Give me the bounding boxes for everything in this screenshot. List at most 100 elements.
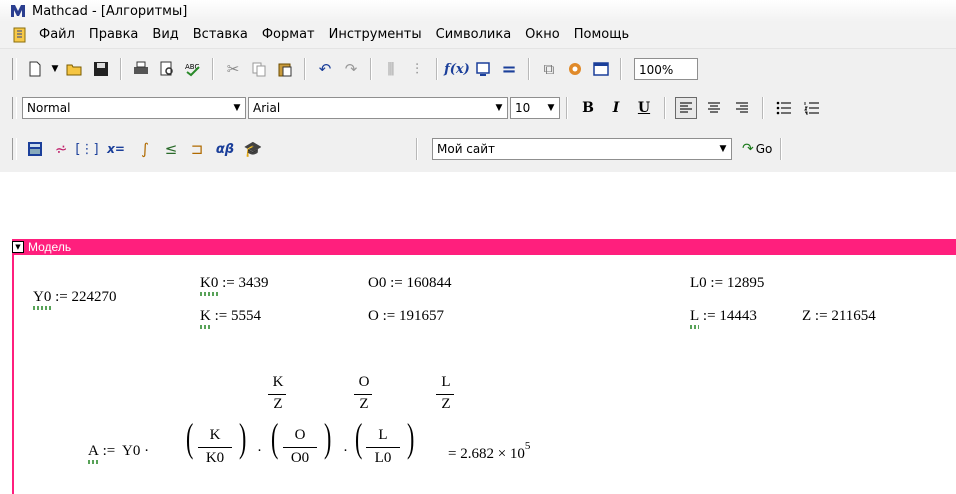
left-paren: ( (354, 415, 363, 460)
def-l[interactable]: L := 14443 (690, 308, 757, 325)
exp-den: Z (273, 396, 283, 412)
toolbar-grip[interactable] (12, 58, 17, 80)
def-o0[interactable]: O0 := 160844 (368, 275, 451, 292)
right-paren: ) (323, 415, 332, 460)
calculus-toolbar-icon[interactable]: ∫ (134, 138, 156, 160)
save-icon[interactable] (90, 58, 112, 80)
var-value: 5554 (230, 308, 261, 324)
graph-toolbar-icon[interactable]: ⩫ (50, 138, 72, 160)
italic-button[interactable]: I (605, 97, 627, 119)
chevron-down-icon[interactable]: ▼ (715, 139, 731, 159)
chevron-down-icon[interactable]: ▼ (229, 98, 245, 118)
matrix-toolbar-icon[interactable]: [⋮] (75, 138, 98, 160)
symbolic-toolbar-icon[interactable]: 🎓 (242, 138, 264, 160)
numbered-list-button[interactable] (801, 97, 823, 119)
new-document-icon[interactable] (24, 58, 46, 80)
toolbar-separator (436, 58, 438, 80)
menu-tools[interactable]: Инструменты (322, 24, 429, 46)
dot-operator: · (343, 443, 348, 459)
font-select[interactable]: Arial ▼ (248, 96, 508, 119)
var-name: Y0 (33, 289, 52, 305)
result-mantissa: = 2.682 × 10 (448, 446, 525, 462)
go-label: Go (755, 142, 773, 156)
def-o[interactable]: O := 191657 (368, 308, 444, 325)
resources-icon[interactable] (564, 58, 586, 80)
toolbar-grip[interactable] (12, 138, 17, 160)
print-preview-icon[interactable] (156, 58, 178, 80)
new-dropdown-chevron-icon[interactable]: ▼ (50, 58, 60, 80)
menu-view[interactable]: Вид (145, 24, 185, 46)
def-k[interactable]: K := 5554 (200, 308, 261, 325)
redo-icon[interactable]: ↷ (340, 58, 362, 80)
worksheet[interactable]: ▼ Модель Y0 := 224270 K0 := 3439 O0 := 1… (0, 172, 956, 494)
style-select[interactable]: Normal ▼ (22, 96, 246, 119)
var-name: K0 (200, 275, 219, 291)
chevron-down-icon[interactable]: ▼ (543, 98, 559, 118)
programming-toolbar-icon[interactable]: ⊐ (186, 138, 208, 160)
align-left-button[interactable] (675, 96, 697, 119)
toolbar-grip[interactable] (12, 96, 17, 119)
var-value: 160844 (406, 275, 452, 291)
undo-icon[interactable]: ↶ (314, 58, 336, 80)
open-folder-icon[interactable] (64, 58, 86, 80)
menu-format[interactable]: Формат (255, 24, 322, 46)
exp-fraction-bar (354, 394, 372, 395)
site-select[interactable]: Мой сайт ▼ (432, 138, 732, 160)
bold-button[interactable]: B (577, 97, 599, 119)
exp-num: K (272, 374, 284, 390)
align-center-button[interactable] (703, 97, 725, 119)
area-region-header[interactable]: ▼ Модель (12, 239, 956, 255)
title-bar: Mathcad - [Алгоритмы] (0, 0, 956, 22)
def-l0[interactable]: L0 := 12895 (690, 275, 764, 292)
cut-icon[interactable]: ✂ (222, 58, 244, 80)
greek-toolbar-icon[interactable]: αβ (212, 138, 238, 160)
boolean-toolbar-icon[interactable]: ≤ (160, 138, 182, 160)
toolbar-separator (664, 96, 666, 119)
assign-op: := (390, 275, 407, 291)
right-paren: ) (406, 415, 415, 460)
def-k0[interactable]: K0 := 3439 (200, 275, 268, 292)
def-z[interactable]: Z := 211654 (802, 308, 876, 325)
calculate-icon[interactable]: = (498, 58, 520, 80)
window-icon[interactable] (590, 58, 612, 80)
zoom-combo[interactable]: 100% (634, 58, 698, 80)
chevron-down-icon[interactable]: ▼ (491, 98, 507, 118)
align-center-icon (708, 101, 720, 113)
align-down-icon[interactable]: ⫶ (406, 58, 428, 80)
toolbar-separator (528, 58, 530, 80)
menu-help[interactable]: Помощь (567, 24, 636, 46)
insert-function-icon[interactable]: f(x) (444, 58, 470, 80)
menu-file[interactable]: Файл (32, 24, 82, 46)
component-icon[interactable]: ⧉ (538, 58, 560, 80)
document-icon[interactable] (12, 27, 28, 43)
menu-edit[interactable]: Правка (82, 24, 145, 46)
bullet-list-button[interactable] (773, 97, 795, 119)
var-value: 14443 (719, 308, 757, 324)
menu-symbolics[interactable]: Символика (429, 24, 519, 46)
underline-button[interactable]: U (633, 97, 655, 119)
font-value: Arial (253, 100, 281, 115)
menu-insert[interactable]: Вставка (186, 24, 255, 46)
var-name: K (200, 308, 211, 324)
collapse-triangle-icon[interactable]: ▼ (12, 241, 24, 253)
align-across-icon[interactable]: ⫼ (380, 58, 402, 80)
site-value: Мой сайт (437, 142, 496, 156)
spell-check-icon[interactable]: ABC (182, 58, 204, 80)
left-paren: ( (185, 415, 194, 460)
paste-icon[interactable] (274, 58, 296, 80)
go-arrow-icon: ↷ (742, 141, 754, 157)
formula-assign: := (102, 443, 116, 459)
calculator-toolbar-icon[interactable] (24, 138, 46, 160)
menu-window[interactable]: Окно (518, 24, 567, 46)
copy-icon[interactable] (248, 58, 270, 80)
style-value: Normal (27, 100, 71, 115)
left-paren: ( (270, 415, 279, 460)
font-size-select[interactable]: 10 ▼ (510, 96, 560, 119)
align-right-button[interactable] (731, 97, 753, 119)
toolbar-separator (120, 58, 122, 80)
evaluation-toolbar-icon[interactable]: x= (102, 138, 130, 160)
def-y0[interactable]: Y0 := 224270 (33, 289, 116, 306)
print-icon[interactable] (130, 58, 152, 80)
go-button[interactable]: ↷ Go (742, 138, 772, 160)
insert-unit-icon[interactable] (472, 58, 494, 80)
